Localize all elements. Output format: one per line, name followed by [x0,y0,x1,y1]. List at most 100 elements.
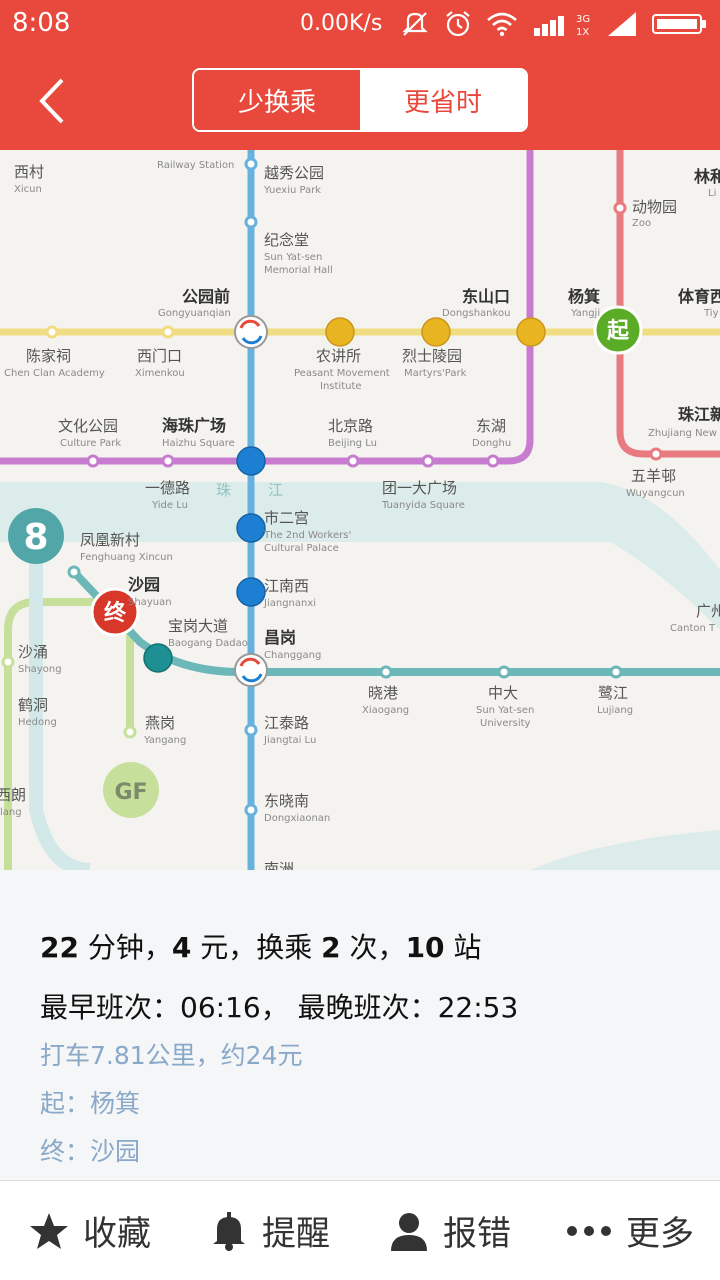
svg-text:农讲所: 农讲所 [316,347,361,365]
svg-text:团一大广场: 团一大广场 [382,479,457,497]
svg-text:GF: GF [114,780,147,805]
status-icons: 3G 1X [400,10,708,38]
svg-text:烈士陵园: 烈士陵园 [402,347,462,365]
signal-3g-icon: 3G1X [534,14,590,38]
network-speed: 0.00K/s [300,11,383,36]
svg-text:8: 8 [23,517,48,558]
svg-text:Shayuan: Shayuan [128,597,172,608]
line-8 [29,560,91,870]
svg-text:燕岗: 燕岗 [145,714,175,732]
svg-text:Shayong: Shayong [18,664,62,675]
svg-text:沙涌: 沙涌 [18,643,48,661]
metro-map[interactable]: 起 终 8 GF 西村 Xicun Railway Station 越秀公园 Y… [0,150,720,870]
svg-text:东湖: 东湖 [476,417,506,435]
svg-text:林和: 林和 [694,167,720,186]
report-error-button[interactable]: 报错 [360,1181,540,1280]
taxi-estimate: 打车7.81公里，约24元 [40,1041,303,1070]
favorite-button[interactable]: 收藏 [0,1181,180,1280]
svg-text:陈家祠: 陈家祠 [26,347,71,365]
svg-text:Yide Lu: Yide Lu [151,500,188,511]
svg-text:公园前: 公园前 [182,287,230,306]
line-3 [0,150,534,465]
svg-text:Institute: Institute [320,381,362,392]
svg-text:鹤洞: 鹤洞 [18,696,48,714]
svg-text:凤凰新村: 凤凰新村 [80,531,140,549]
route-info-panel: 22 分钟，4 元，换乘 2 次，10 站 最早班次：06:16， 最晚班次：2… [0,870,720,1180]
metro-map-canvas: 起 终 8 GF 西村 Xicun Railway Station 越秀公园 Y… [0,150,720,870]
svg-text:鹭江: 鹭江 [598,684,628,702]
svg-text:Haizhu Square: Haizhu Square [162,438,235,449]
more-button[interactable]: 更多 [540,1181,720,1280]
svg-text:Lujiang: Lujiang [597,705,633,716]
svg-text:Sun Yat-sen: Sun Yat-sen [264,252,322,263]
svg-text:文化公园: 文化公园 [58,417,118,435]
svg-text:广州: 广州 [696,602,720,620]
svg-text:Jiangnanxi: Jiangnanxi [263,598,316,609]
route-mode-toggle: 少换乘 更省时 [192,68,528,132]
svg-text:Yuexiu Park: Yuexiu Park [263,185,321,196]
gf-badge: GF [103,762,159,818]
svg-text:珠: 珠 [216,481,231,499]
end-station: 终：沙园 [40,1137,141,1166]
svg-text:Jiangtai Lu: Jiangtai Lu [263,735,316,746]
svg-text:起: 起 [606,319,630,344]
reminder-label: 提醒 [262,1214,330,1254]
svg-text:Cultural Palace: Cultural Palace [264,543,339,554]
svg-text:Donghu: Donghu [472,438,511,449]
svg-text:Tuanyida Square: Tuanyida Square [381,500,465,511]
svg-text:1X: 1X [576,27,589,38]
svg-text:Fenghuang Xincun: Fenghuang Xincun [80,552,173,563]
svg-text:Tiy: Tiy [703,308,719,319]
svg-text:Zoo: Zoo [632,218,651,229]
svg-text:Beijing Lu: Beijing Lu [328,438,377,449]
svg-text:西朗: 西朗 [0,786,26,804]
chevron-left-icon[interactable] [32,76,72,126]
svg-text:越秀公园: 越秀公园 [264,164,324,182]
svg-text:Culture Park: Culture Park [60,438,121,449]
svg-text:杨箕: 杨箕 [568,287,600,306]
line-8-badge: 8 [8,508,64,564]
svg-text:Martyrs'Park: Martyrs'Park [404,368,467,379]
svg-text:五羊邨: 五羊邨 [631,467,676,485]
svg-text:中大: 中大 [488,684,518,702]
svg-text:Ximenkou: Ximenkou [135,368,185,379]
svg-text:宝岗大道: 宝岗大道 [168,617,228,635]
svg-text:Xicun: Xicun [14,184,42,195]
svg-text:Wuyangcun: Wuyangcun [626,488,685,499]
svg-text:江南西: 江南西 [264,577,309,595]
svg-text:Sun Yat-sen: Sun Yat-sen [476,705,534,716]
more-label: 更多 [626,1214,694,1254]
svg-text:Dongxiaonan: Dongxiaonan [264,813,330,824]
route-summary: 22 分钟，4 元，换乘 2 次，10 站 [40,931,482,964]
reminder-button[interactable]: 提醒 [180,1181,360,1280]
svg-text:沙园: 沙园 [128,575,160,594]
bottom-toolbar: 收藏 提醒 报错 更多 [0,1180,720,1280]
svg-text:Chen Clan Academy: Chen Clan Academy [4,368,105,379]
more-dots-icon [567,1225,611,1236]
svg-text:Li: Li [708,188,716,199]
tab-fewer-transfers[interactable]: 少换乘 [194,70,360,130]
svg-text:Dongshankou: Dongshankou [442,308,510,319]
tab-faster[interactable]: 更省时 [360,70,526,130]
battery-icon [652,14,706,34]
svg-text:纪念堂: 纪念堂 [264,231,309,249]
svg-text:lang: lang [0,807,22,818]
svg-text:Changgang: Changgang [264,650,321,661]
start-station: 起：杨箕 [40,1089,141,1118]
svg-text:Peasant Movement: Peasant Movement [294,368,390,379]
svg-text:Xiaogang: Xiaogang [362,705,409,716]
svg-text:Hedong: Hedong [18,717,57,728]
svg-text:Baogang Dadao: Baogang Dadao [168,638,248,649]
svg-text:珠江新: 珠江新 [678,405,720,424]
svg-text:昌岗: 昌岗 [264,628,296,647]
schedule-text: 最早班次：06:16， 最晚班次：22:53 [40,991,519,1024]
svg-text:晓港: 晓港 [368,684,398,702]
status-bar: 8:08 0.00K/s 3G 1X [0,0,720,50]
transfer-icon-gongyuanqian [234,315,268,349]
svg-text:北京路: 北京路 [328,417,373,435]
svg-text:The 2nd Workers': The 2nd Workers' [263,530,351,541]
svg-text:西门口: 西门口 [137,347,182,365]
favorite-label: 收藏 [83,1214,151,1254]
svg-text:南洲: 南洲 [264,860,294,870]
svg-text:市二宫: 市二宫 [264,509,309,527]
